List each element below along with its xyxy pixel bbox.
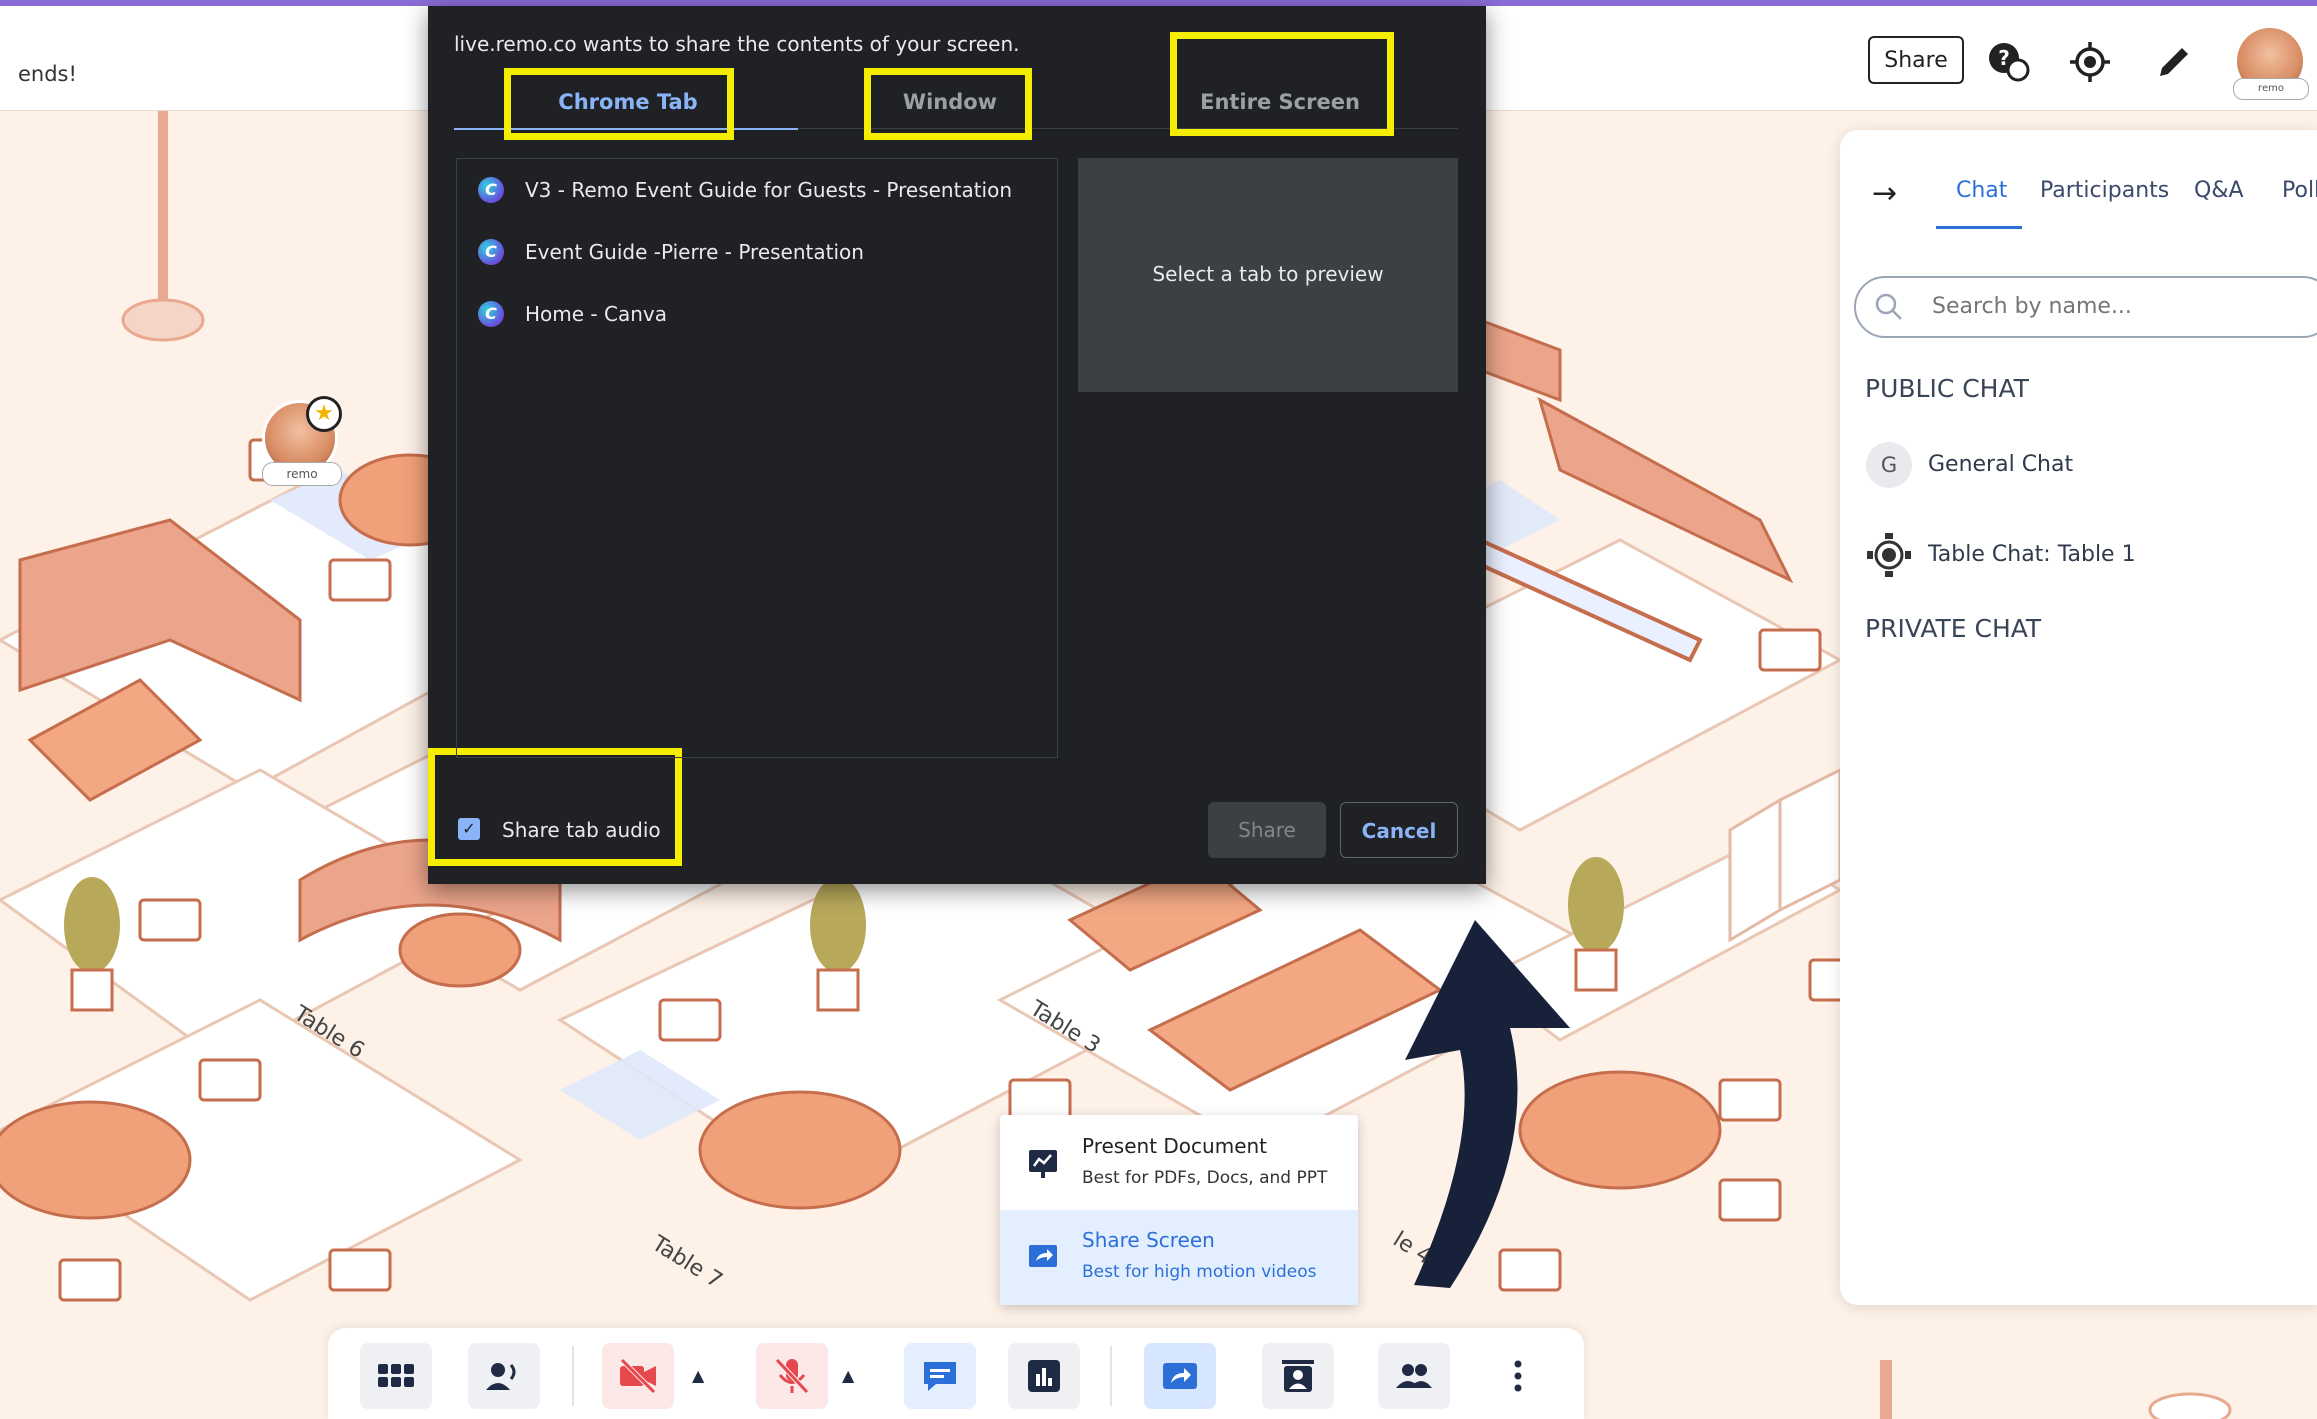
search-icon [1874, 292, 1904, 326]
talk-button[interactable] [468, 1343, 540, 1409]
private-chat-heading: PRIVATE CHAT [1865, 614, 2042, 643]
stats-button[interactable] [1008, 1343, 1080, 1409]
mic-off-icon [775, 1358, 809, 1394]
tab-poll[interactable]: Poll [2282, 178, 2317, 203]
map-avatar-badge: remo [262, 462, 342, 486]
tab-list-item[interactable]: Event Guide -Pierre - Presentation [525, 240, 864, 264]
share-screen-icon [1026, 1240, 1060, 1278]
present-document-title[interactable]: Present Document [1082, 1134, 1267, 1158]
tab-qa[interactable]: Q&A [2194, 178, 2244, 203]
tab-list-item[interactable]: V3 - Remo Event Guide for Guests - Prese… [525, 178, 1012, 202]
talk-icon [486, 1363, 516, 1390]
mic-button[interactable] [756, 1343, 828, 1409]
camera-options-icon[interactable]: ▲ [692, 1366, 704, 1385]
locate-icon[interactable] [2068, 40, 2112, 84]
camera-off-icon [620, 1358, 656, 1394]
user-avatar-badge: remo [2233, 78, 2309, 100]
search-input[interactable] [1930, 293, 2294, 320]
tab-chat[interactable]: Chat [1956, 178, 2007, 203]
dialog-share-button[interactable]: Share [1208, 802, 1326, 858]
more-button[interactable] [1482, 1343, 1554, 1409]
public-chat-heading: PUBLIC CHAT [1865, 374, 2029, 403]
table-chat-item[interactable]: Table Chat: Table 1 [1928, 542, 2136, 567]
canva-icon: C [478, 239, 504, 265]
general-chat-avatar: G [1866, 442, 1912, 488]
stats-icon [1028, 1360, 1060, 1392]
toolbar-divider [572, 1346, 574, 1406]
grid-icon [378, 1364, 414, 1387]
share-event-button[interactable]: Share [1868, 36, 1964, 84]
people-icon [1396, 1364, 1432, 1388]
table-icon [1864, 530, 1914, 584]
camera-button[interactable] [602, 1343, 674, 1409]
dialog-title: live.remo.co wants to share the contents… [454, 32, 1020, 56]
present-document-subtitle: Best for PDFs, Docs, and PPT [1082, 1168, 1328, 1188]
stage-button[interactable] [1262, 1343, 1334, 1409]
share-screen-button[interactable] [1144, 1343, 1216, 1409]
present-document-icon [1026, 1146, 1060, 1184]
mic-options-icon[interactable]: ▲ [842, 1366, 854, 1385]
tab-list-item[interactable]: Home - Canva [525, 302, 667, 326]
canva-icon: C [478, 177, 504, 203]
highlight-share-audio [428, 748, 682, 866]
chat-icon [924, 1362, 956, 1391]
share-audio-label: Share tab audio [502, 818, 661, 842]
highlight-chrome-tab [504, 68, 734, 140]
more-icon [1514, 1360, 1522, 1392]
preview-placeholder: Select a tab to preview [1152, 262, 1384, 286]
share-screen-subtitle: Best for high motion videos [1082, 1262, 1317, 1282]
highlight-entire-screen [1170, 32, 1394, 136]
share-screen-title[interactable]: Share Screen [1082, 1228, 1215, 1252]
general-chat-item[interactable]: General Chat [1928, 452, 2073, 477]
host-star-icon: ★ [306, 396, 342, 432]
people-button[interactable] [1378, 1343, 1450, 1409]
tab-participants[interactable]: Participants [2040, 178, 2169, 203]
share-audio-checkbox[interactable]: ✓ [458, 818, 480, 840]
help-icon[interactable]: ? [1986, 40, 2030, 84]
chat-button[interactable] [904, 1343, 976, 1409]
event-title-partial: ends! [18, 62, 77, 86]
grid-button[interactable] [360, 1343, 432, 1409]
toolbar-divider [1110, 1346, 1112, 1406]
highlight-window [864, 68, 1032, 140]
edit-icon[interactable] [2152, 40, 2196, 84]
collapse-panel-icon[interactable]: → [1872, 176, 1897, 211]
active-tab-indicator [1936, 226, 2022, 229]
dialog-cancel-button[interactable]: Cancel [1340, 802, 1458, 858]
pointer-arrow-annotation [1405, 920, 1570, 1288]
canva-icon: C [478, 301, 504, 327]
share-screen-icon [1163, 1363, 1197, 1389]
stage-icon [1282, 1360, 1314, 1392]
